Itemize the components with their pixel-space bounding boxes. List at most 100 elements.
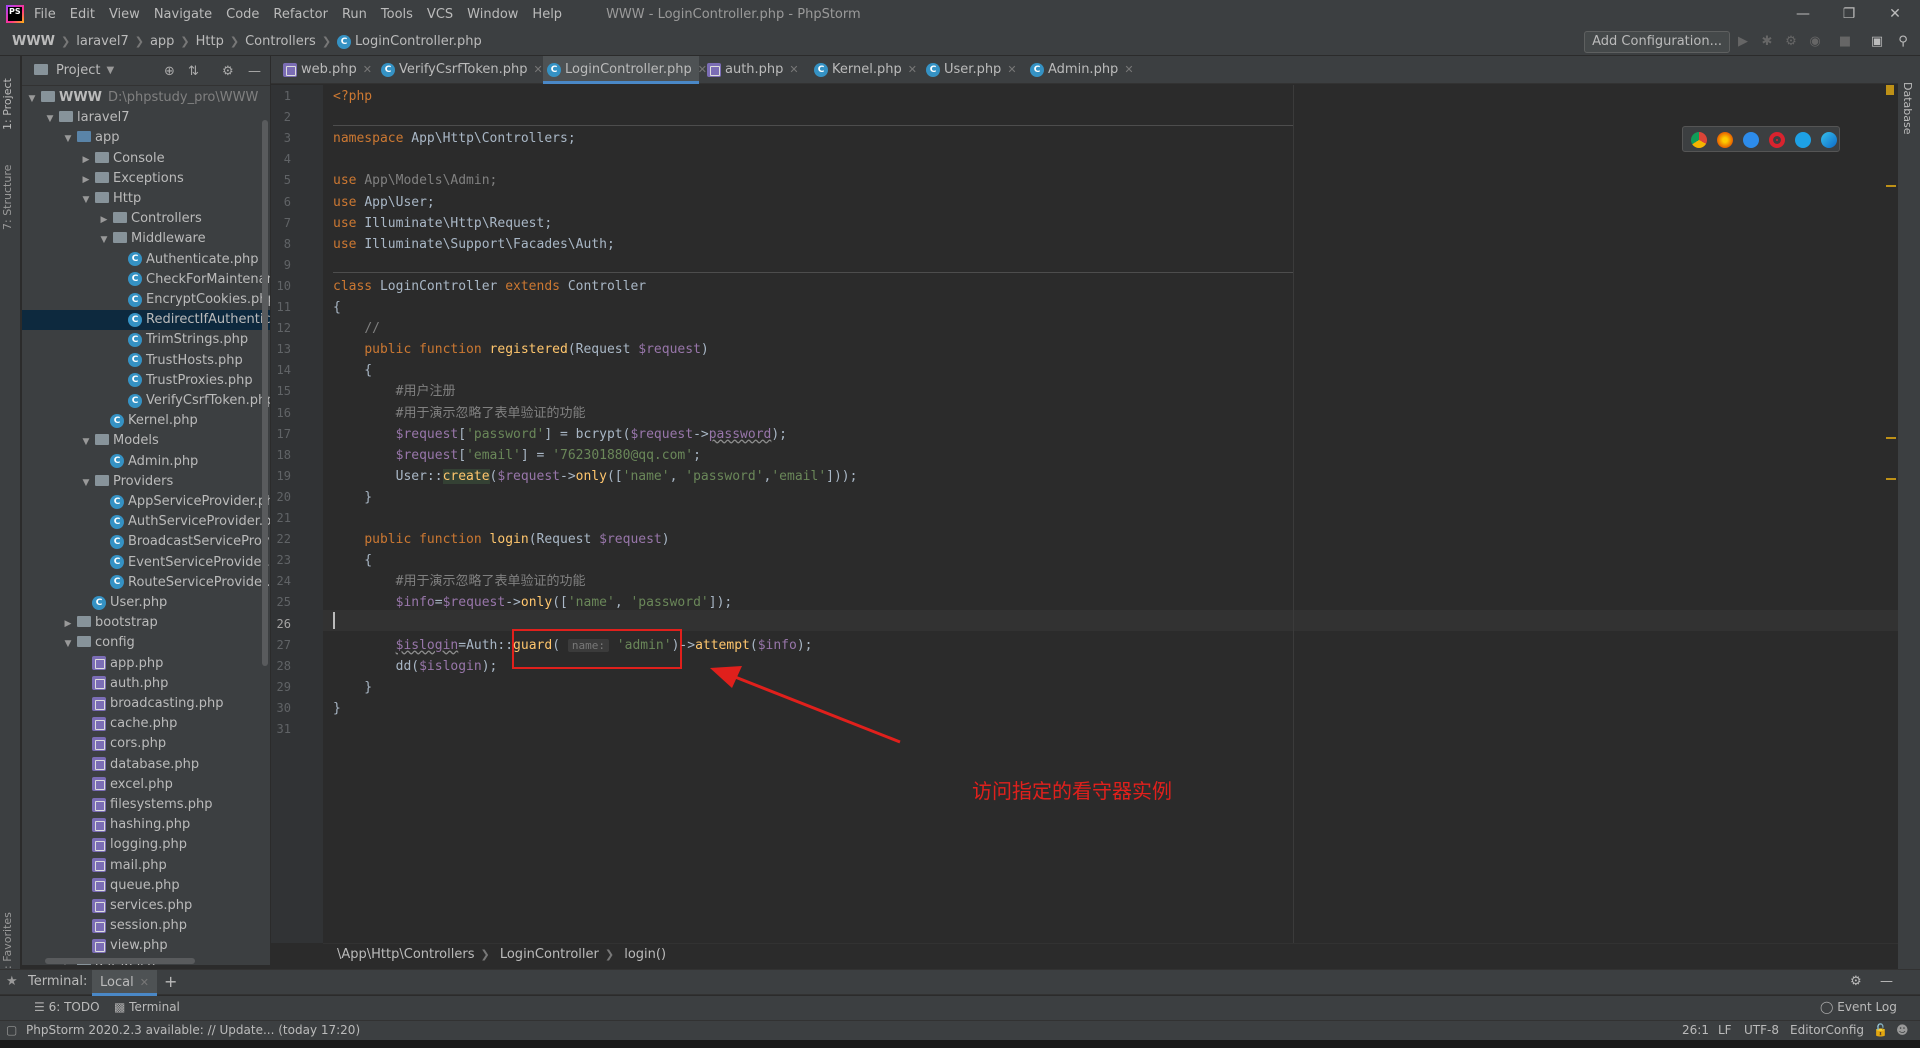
tree-item[interactable]: ▼ Http <box>22 189 270 209</box>
chevron-down-icon[interactable]: ▼ <box>106 65 114 76</box>
crumb-app[interactable]: app <box>150 34 174 49</box>
menu-navigate[interactable]: Navigate <box>154 7 212 22</box>
star-icon[interactable]: ★ <box>6 974 18 989</box>
add-configuration-button[interactable]: Add Configuration... <box>1584 31 1730 53</box>
chevron-down-icon[interactable]: ▼ <box>62 129 74 149</box>
tree-item[interactable]: ▼ Models <box>22 431 270 451</box>
menu-window[interactable]: Window <box>467 7 518 22</box>
editor-tab[interactable]: C Admin.php ✕ <box>1026 56 1136 84</box>
crumb-http[interactable]: Http <box>196 34 224 49</box>
tree-item[interactable]: C Kernel.php <box>22 411 270 431</box>
tree-item[interactable]: C Admin.php <box>22 452 270 472</box>
code-line[interactable]: $request['email'] = '762301880@qq.com'; <box>333 445 701 466</box>
tree-item[interactable]: services.php <box>22 896 270 916</box>
tree-item[interactable]: ▼ config <box>22 633 270 653</box>
code-line[interactable]: // <box>333 318 380 339</box>
menu-tools[interactable]: Tools <box>381 7 413 22</box>
tree-item[interactable]: C TrustProxies.php <box>22 371 270 391</box>
hide-panel-icon[interactable]: — <box>248 64 261 79</box>
tree-item[interactable]: logging.php <box>22 835 270 855</box>
code-line[interactable]: use App\Models\Admin; <box>333 170 497 191</box>
crumb-www[interactable]: WWW <box>12 34 55 49</box>
warning-mark[interactable] <box>1886 478 1896 480</box>
code-line[interactable]: { <box>333 550 372 571</box>
code-line[interactable]: } <box>333 677 372 698</box>
menu-refactor[interactable]: Refactor <box>273 7 328 22</box>
tree-item[interactable]: ▼ app <box>22 128 270 148</box>
chevron-down-icon[interactable]: ▼ <box>62 634 74 654</box>
layout-icon[interactable]: ▣ <box>1868 33 1886 51</box>
tree-vertical-scrollbar[interactable] <box>262 120 268 666</box>
tree-item[interactable]: C AuthServiceProvider.php <box>22 512 270 532</box>
structure-tool-tab[interactable]: 7: Structure <box>1 152 21 242</box>
chevron-right-icon[interactable]: ▶ <box>62 614 74 634</box>
code-line[interactable]: { <box>333 297 341 318</box>
stop-icon[interactable]: ■ <box>1836 33 1854 51</box>
code-line[interactable]: } <box>333 487 372 508</box>
warning-mark[interactable] <box>1886 185 1896 187</box>
chevron-down-icon[interactable]: ▼ <box>26 89 38 109</box>
tree-item[interactable]: view.php <box>22 936 270 956</box>
database-tool-tab[interactable]: Database <box>1901 82 1914 135</box>
tree-item[interactable]: C TrimStrings.php <box>22 330 270 350</box>
chevron-down-icon[interactable]: ▼ <box>80 473 92 493</box>
inspection-status-icon[interactable] <box>1886 85 1894 95</box>
tree-item[interactable]: C EncryptCookies.php <box>22 290 270 310</box>
collapse-all-icon[interactable]: ⇅ <box>188 64 199 79</box>
tree-item[interactable]: C RouteServiceProvider.pl <box>22 573 270 593</box>
chevron-right-icon[interactable]: ▶ <box>80 170 92 190</box>
close-icon[interactable]: ✕ <box>1872 0 1918 28</box>
todo-tool-button[interactable]: ☰ 6: TODO <box>34 1000 100 1014</box>
menu-file[interactable]: File <box>34 7 56 22</box>
terminal-tool-button[interactable]: ▩ Terminal <box>114 1000 180 1014</box>
line-separator[interactable]: LF <box>1718 1021 1732 1040</box>
editor-config[interactable]: EditorConfig <box>1790 1021 1864 1040</box>
chevron-down-icon[interactable]: ▼ <box>44 109 56 129</box>
tree-item[interactable]: ▶ Controllers <box>22 209 270 229</box>
code-line[interactable]: <?php <box>333 86 372 107</box>
menu-edit[interactable]: Edit <box>70 7 95 22</box>
minimize-icon[interactable]: — <box>1780 0 1826 28</box>
close-tab-icon[interactable]: ✕ <box>140 976 149 989</box>
code-line[interactable]: public function registered(Request $requ… <box>333 339 708 360</box>
coverage-icon[interactable]: ⚙ <box>1782 33 1800 51</box>
chevron-right-icon[interactable]: ▶ <box>80 150 92 170</box>
menu-help[interactable]: Help <box>532 7 562 22</box>
tree-item[interactable]: ▶ Console <box>22 149 270 169</box>
tree-item[interactable]: auth.php <box>22 674 270 694</box>
code-line[interactable]: use Illuminate\Http\Request; <box>333 213 552 234</box>
hide-panel-icon[interactable]: — <box>1880 974 1893 989</box>
inspector-icon[interactable]: ☻ <box>1896 1021 1909 1040</box>
editor-tab[interactable]: auth.php ✕ <box>703 56 806 84</box>
code-line[interactable]: use Illuminate\Support\Facades\Auth; <box>333 234 615 255</box>
tree-item[interactable]: session.php <box>22 916 270 936</box>
tree-item[interactable]: ▼ WWW D:\phpstudy_pro\WWW <box>22 88 270 108</box>
tree-item[interactable]: cors.php <box>22 734 270 754</box>
gear-icon[interactable]: ⚙ <box>222 64 234 79</box>
code-line[interactable]: #用户注册 <box>333 381 456 402</box>
tree-item[interactable]: excel.php <box>22 775 270 795</box>
code-line[interactable]: use App\User; <box>333 192 435 213</box>
crumb-class[interactable]: LoginController <box>500 947 599 962</box>
crumb-controllers[interactable]: Controllers <box>245 34 316 49</box>
chevron-down-icon[interactable]: ▼ <box>98 230 110 250</box>
close-tab-icon[interactable]: ✕ <box>534 63 543 76</box>
chevron-right-icon[interactable]: ▶ <box>98 210 110 230</box>
chevron-down-icon[interactable]: ▼ <box>80 432 92 452</box>
editor-tab[interactable]: C Kernel.php ✕ <box>810 56 918 84</box>
tree-item[interactable]: C User.php <box>22 593 270 613</box>
code-line[interactable]: } <box>333 698 341 719</box>
error-stripe[interactable] <box>1884 85 1898 943</box>
code-line[interactable]: dd($islogin); <box>333 656 498 677</box>
tree-item[interactable]: ▶ Exceptions <box>22 169 270 189</box>
tree-item[interactable]: C BroadcastServiceProvid <box>22 532 270 552</box>
run-icon[interactable]: ▶ <box>1734 33 1752 51</box>
close-tab-icon[interactable]: ✕ <box>1124 63 1133 76</box>
close-tab-icon[interactable]: ✕ <box>1007 63 1016 76</box>
editor-tab[interactable]: C VerifyCsrfToken.php ✕ <box>377 56 543 84</box>
chevron-down-icon[interactable]: ▼ <box>80 190 92 210</box>
tree-item[interactable]: ▶ bootstrap <box>22 613 270 633</box>
crumb-login-controller[interactable]: LoginController.php <box>355 34 482 49</box>
tree-item[interactable]: ▼ Middleware <box>22 229 270 249</box>
crumb-namespace[interactable]: \App\Http\Controllers <box>337 947 474 962</box>
